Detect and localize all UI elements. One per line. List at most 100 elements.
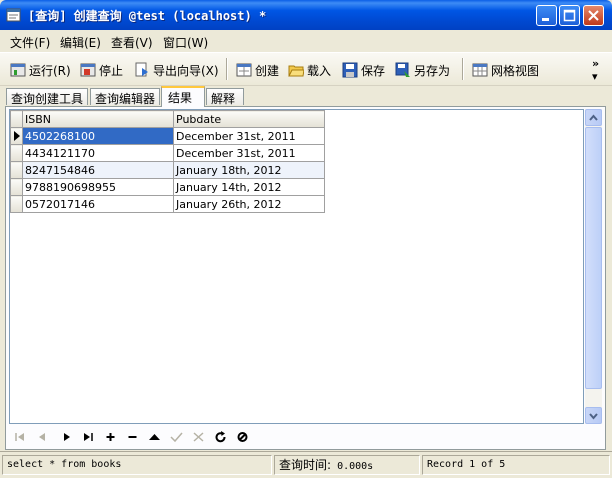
minimize-icon: [542, 18, 549, 21]
add-record-icon[interactable]: [102, 429, 119, 445]
stop-icon: [80, 63, 96, 77]
scroll-down-button[interactable]: [585, 407, 602, 424]
menu-window[interactable]: 窗口(W): [163, 34, 208, 51]
tab-query-builder[interactable]: 查询创建工具: [6, 88, 88, 106]
title-bar[interactable]: [查询] 创建查询 @test (localhost) *: [0, 0, 612, 30]
cell-isbn[interactable]: 8247154846: [22, 161, 174, 179]
last-record-icon[interactable]: [80, 429, 97, 445]
save-label: 保存: [361, 63, 386, 78]
row-indicator[interactable]: [10, 178, 23, 196]
window-title: [查询] 创建查询 @test (localhost) *: [28, 9, 267, 23]
create-icon: [236, 63, 252, 77]
toolbar-separator: [226, 58, 228, 80]
first-record-icon[interactable]: [12, 429, 29, 445]
current-row-icon: [14, 131, 20, 141]
grid-view-icon: [472, 63, 488, 77]
stop-button[interactable]: 停止: [80, 60, 123, 80]
cell-isbn[interactable]: 0572017146: [22, 195, 174, 213]
export-wizard-button[interactable]: 导出向导(X): [134, 60, 219, 80]
cell-isbn[interactable]: 4434121170: [22, 144, 174, 162]
save-as-button[interactable]: 另存为: [395, 60, 450, 80]
toolbar-separator: [462, 58, 464, 80]
result-grid[interactable]: ISBN Pubdate 4502268100 December 31st, 2…: [9, 109, 584, 424]
row-indicator[interactable]: [10, 195, 23, 213]
load-label: 载入: [307, 63, 332, 78]
save-icon: [342, 62, 358, 78]
app-icon: [6, 8, 21, 22]
status-record: Record 1 of 5: [422, 455, 610, 475]
status-bar: select * from books 查询时间: 0.000s Record …: [0, 451, 612, 478]
cell-pubdate[interactable]: January 14th, 2012: [173, 178, 325, 196]
menu-view[interactable]: 查看(V): [111, 34, 153, 51]
chevron-down-icon: [589, 413, 598, 420]
tab-result[interactable]: 结果: [161, 86, 205, 107]
tab-explain[interactable]: 解释: [206, 88, 244, 106]
minimize-button[interactable]: [536, 5, 557, 26]
query-window: [查询] 创建查询 @test (localhost) * 文件(F) 编辑(E…: [0, 0, 612, 478]
create-label: 创建: [255, 63, 280, 78]
status-sql: select * from books: [2, 455, 272, 475]
stop-fetch-icon[interactable]: [234, 429, 251, 445]
run-label: 运行(R): [29, 63, 71, 78]
menu-file[interactable]: 文件(F): [10, 34, 50, 51]
menu-edit[interactable]: 编辑(E): [60, 34, 101, 51]
stop-label: 停止: [99, 63, 124, 78]
apply-changes-icon[interactable]: [168, 429, 185, 445]
cell-pubdate[interactable]: January 18th, 2012: [173, 161, 325, 179]
table-row[interactable]: 4502268100 December 31st, 2011: [10, 127, 325, 145]
folder-icon: [288, 65, 304, 77]
delete-record-icon[interactable]: [124, 429, 141, 445]
row-indicator[interactable]: [10, 144, 23, 162]
query-time-label: 查询时间:: [279, 458, 332, 472]
edit-record-icon[interactable]: [146, 429, 163, 445]
save-as-icon: [395, 62, 410, 77]
cell-pubdate[interactable]: January 26th, 2012: [173, 195, 325, 213]
toolbar-dropdown-icon[interactable]: ▾: [592, 70, 598, 83]
discard-changes-icon[interactable]: [190, 429, 207, 445]
chevron-up-icon: [589, 114, 598, 121]
close-button[interactable]: [583, 5, 604, 26]
run-button[interactable]: 运行(R): [10, 60, 71, 80]
column-header-isbn[interactable]: ISBN: [22, 110, 174, 128]
grid-view-button[interactable]: 网格视图: [472, 60, 539, 80]
result-tabs: 查询创建工具 查询编辑器 结果 解释: [0, 86, 612, 107]
result-table: ISBN Pubdate 4502268100 December 31st, 2…: [10, 110, 325, 213]
vertical-scrollbar[interactable]: [585, 109, 602, 424]
record-navigator: [10, 427, 260, 447]
cell-isbn[interactable]: 9788190698955: [22, 178, 174, 196]
load-button[interactable]: 载入: [288, 60, 331, 80]
cell-isbn[interactable]: 4502268100: [22, 127, 174, 145]
export-label: 导出向导(X): [153, 63, 219, 78]
result-panel: ISBN Pubdate 4502268100 December 31st, 2…: [5, 106, 606, 450]
close-icon: [588, 10, 599, 21]
toolbar: 运行(R) 停止 导出向导(X) 创建 载入 保存 另存为 网格视图 » ▾: [0, 52, 612, 86]
maximize-button[interactable]: [559, 5, 580, 26]
table-row[interactable]: 0572017146 January 26th, 2012: [10, 195, 325, 213]
maximize-icon: [563, 9, 576, 22]
row-indicator[interactable]: [10, 161, 23, 179]
row-indicator[interactable]: [10, 127, 23, 145]
create-button[interactable]: 创建: [236, 60, 279, 80]
cell-pubdate[interactable]: December 31st, 2011: [173, 127, 325, 145]
prior-record-icon[interactable]: [34, 429, 51, 445]
save-as-label: 另存为: [414, 63, 451, 78]
menu-bar: 文件(F) 编辑(E) 查看(V) 窗口(W): [0, 30, 612, 51]
status-query-time: 查询时间: 0.000s: [274, 455, 420, 475]
scroll-up-button[interactable]: [585, 109, 602, 126]
next-record-icon[interactable]: [58, 429, 75, 445]
column-header-pubdate[interactable]: Pubdate: [173, 110, 325, 128]
table-row[interactable]: 9788190698955 January 14th, 2012: [10, 178, 325, 196]
grid-view-label: 网格视图: [491, 63, 540, 78]
query-time-value: 0.000s: [331, 461, 374, 472]
export-icon: [135, 62, 148, 77]
table-row[interactable]: 4434121170 December 31st, 2011: [10, 144, 325, 162]
refresh-icon[interactable]: [212, 429, 229, 445]
scroll-thumb[interactable]: [585, 127, 602, 389]
toolbar-overflow-icon[interactable]: »: [592, 57, 599, 70]
row-indicator-header: [10, 110, 23, 128]
table-row[interactable]: 8247154846 January 18th, 2012: [10, 161, 325, 179]
header-row: ISBN Pubdate: [10, 110, 325, 128]
save-button[interactable]: 保存: [342, 60, 385, 80]
cell-pubdate[interactable]: December 31st, 2011: [173, 144, 325, 162]
tab-query-editor[interactable]: 查询编辑器: [90, 88, 160, 106]
